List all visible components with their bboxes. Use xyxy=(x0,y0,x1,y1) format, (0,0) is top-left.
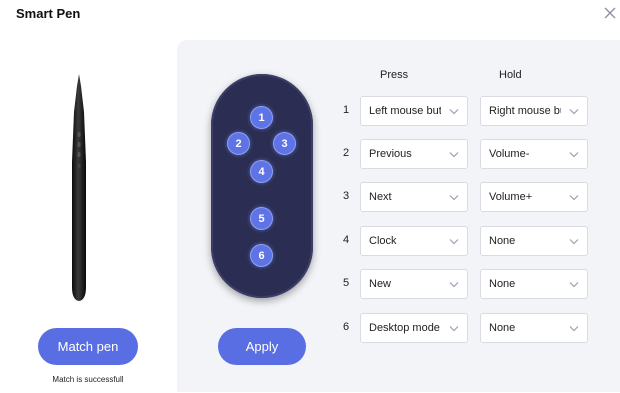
hold-dropdown-value: None xyxy=(489,278,516,290)
remote-diagram: 1 2 3 4 5 6 xyxy=(211,74,313,298)
hold-column-header: Hold xyxy=(499,69,522,81)
hold-dropdown-value: Right mouse button xyxy=(489,105,561,117)
press-dropdown-4[interactable]: Clock xyxy=(360,226,468,256)
remote-button-4[interactable]: 4 xyxy=(250,160,273,183)
press-dropdown-6[interactable]: Desktop mode xyxy=(360,313,468,343)
press-dropdown-value: Left mouse button xyxy=(369,105,441,117)
press-dropdown-value: Previous xyxy=(369,148,412,160)
chevron-down-icon xyxy=(569,326,579,332)
press-dropdown-value: New xyxy=(369,278,392,290)
remote-button-2[interactable]: 2 xyxy=(227,132,250,155)
chevron-down-icon xyxy=(569,239,579,245)
hold-dropdown-5[interactable]: None xyxy=(480,269,588,299)
match-pen-button[interactable]: Match pen xyxy=(38,328,138,365)
row-number: 1 xyxy=(343,104,350,116)
hold-dropdown-1[interactable]: Right mouse button xyxy=(480,96,588,126)
hold-dropdown-value: None xyxy=(489,235,516,247)
chevron-down-icon xyxy=(449,152,459,158)
press-column-header: Press xyxy=(380,69,409,81)
chevron-down-icon xyxy=(449,195,459,201)
remote-button-3[interactable]: 3 xyxy=(273,132,296,155)
window-title: Smart Pen xyxy=(16,6,81,21)
row-number: 3 xyxy=(343,190,350,202)
close-icon[interactable] xyxy=(603,6,617,20)
hold-dropdown-value: Volume+ xyxy=(489,191,533,203)
press-dropdown-value: Next xyxy=(369,191,392,203)
row-number: 4 xyxy=(343,234,350,246)
row-number: 2 xyxy=(343,147,350,159)
chevron-down-icon xyxy=(569,152,579,158)
press-dropdown-1[interactable]: Left mouse button xyxy=(360,96,468,126)
chevron-down-icon xyxy=(449,239,459,245)
press-dropdown-value: Clock xyxy=(369,235,397,247)
press-dropdown-2[interactable]: Previous xyxy=(360,139,468,169)
remote-button-1[interactable]: 1 xyxy=(250,106,273,129)
match-status-text: Match is successfull xyxy=(52,375,124,384)
hold-dropdown-2[interactable]: Volume- xyxy=(480,139,588,169)
chevron-down-icon xyxy=(569,195,579,201)
hold-dropdown-value: Volume- xyxy=(489,148,530,160)
remote-button-5[interactable]: 5 xyxy=(250,207,273,230)
smart-pen-image xyxy=(72,74,86,301)
hold-dropdown-4[interactable]: None xyxy=(480,226,588,256)
chevron-down-icon xyxy=(449,282,459,288)
apply-button[interactable]: Apply xyxy=(218,328,306,365)
row-number: 6 xyxy=(343,321,350,333)
hold-dropdown-3[interactable]: Volume+ xyxy=(480,182,588,212)
chevron-down-icon xyxy=(569,109,579,115)
press-dropdown-3[interactable]: Next xyxy=(360,182,468,212)
press-dropdown-5[interactable]: New xyxy=(360,269,468,299)
hold-dropdown-6[interactable]: None xyxy=(480,313,588,343)
hold-dropdown-value: None xyxy=(489,322,516,334)
remote-button-6[interactable]: 6 xyxy=(250,244,273,267)
chevron-down-icon xyxy=(569,282,579,288)
chevron-down-icon xyxy=(449,109,459,115)
chevron-down-icon xyxy=(449,326,459,332)
press-dropdown-value: Desktop mode xyxy=(369,322,440,334)
row-number: 5 xyxy=(343,277,350,289)
